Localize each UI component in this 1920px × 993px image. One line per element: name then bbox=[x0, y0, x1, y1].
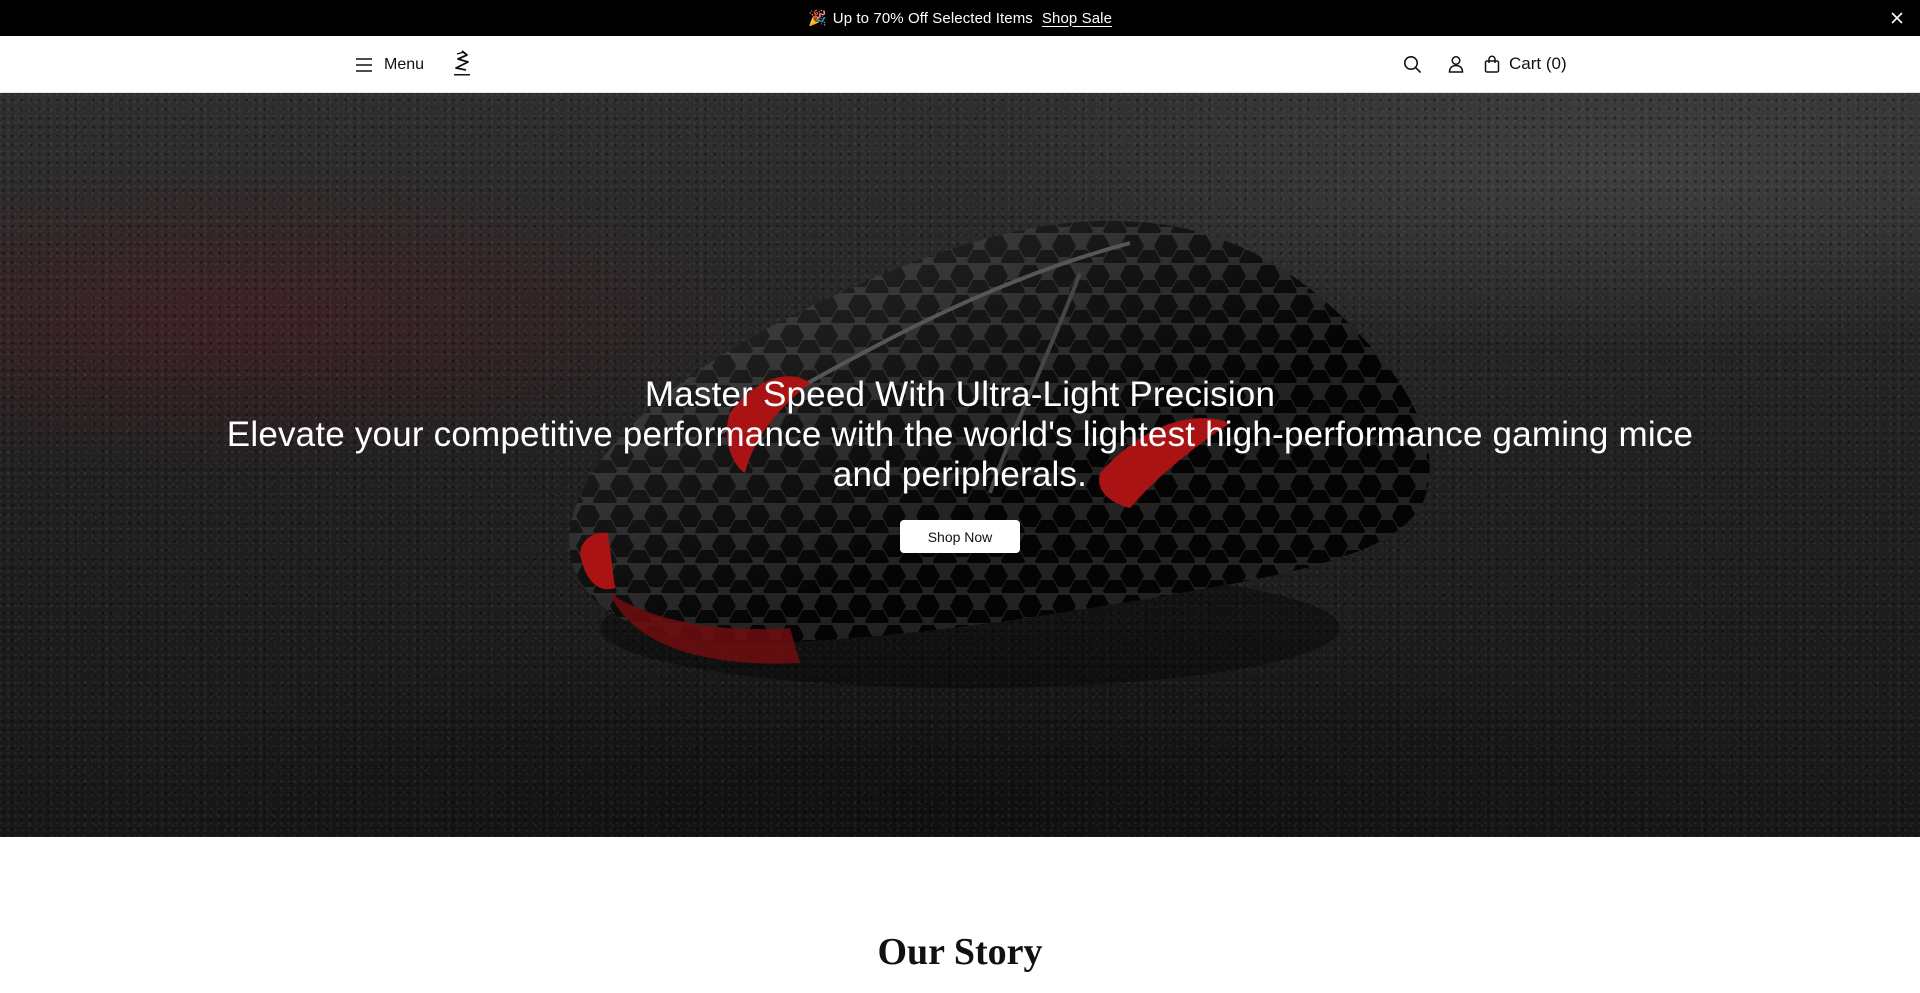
user-icon[interactable] bbox=[1445, 53, 1467, 75]
hero-banner: Master Speed With Ultra-Light Precision … bbox=[0, 93, 1920, 837]
menu-label: Menu bbox=[384, 56, 425, 73]
cart-button[interactable]: Cart (0) bbox=[1484, 52, 1567, 76]
cart-label: Cart (0) bbox=[1509, 54, 1567, 73]
hero-text-block: Master Speed With Ultra-Light Precision … bbox=[0, 375, 1920, 495]
shop-now-button[interactable]: Shop Now bbox=[900, 520, 1020, 553]
search-icon[interactable] bbox=[1401, 53, 1423, 75]
menu-button[interactable]: Menu bbox=[355, 53, 424, 77]
announcement-text: Up to 70% Off Selected Items bbox=[832, 9, 1033, 27]
hamburger-icon bbox=[356, 58, 372, 72]
our-story-heading: Our Story bbox=[877, 931, 1043, 973]
site-header: Menu Cart (0) bbox=[0, 36, 1920, 93]
shopping-bag-icon bbox=[1484, 55, 1500, 73]
announcement-bar: 🎉 Up to 70% Off Selected Items Shop Sale bbox=[0, 0, 1920, 36]
hero-subtitle: Elevate your competitive performance wit… bbox=[226, 415, 1694, 494]
close-icon[interactable] bbox=[1888, 9, 1906, 27]
hero-title: Master Speed With Ultra-Light Precision bbox=[644, 375, 1276, 414]
shop-sale-link[interactable]: Shop Sale bbox=[1042, 10, 1112, 27]
party-emoji: 🎉 bbox=[807, 10, 827, 27]
brand-logo[interactable] bbox=[450, 49, 474, 79]
